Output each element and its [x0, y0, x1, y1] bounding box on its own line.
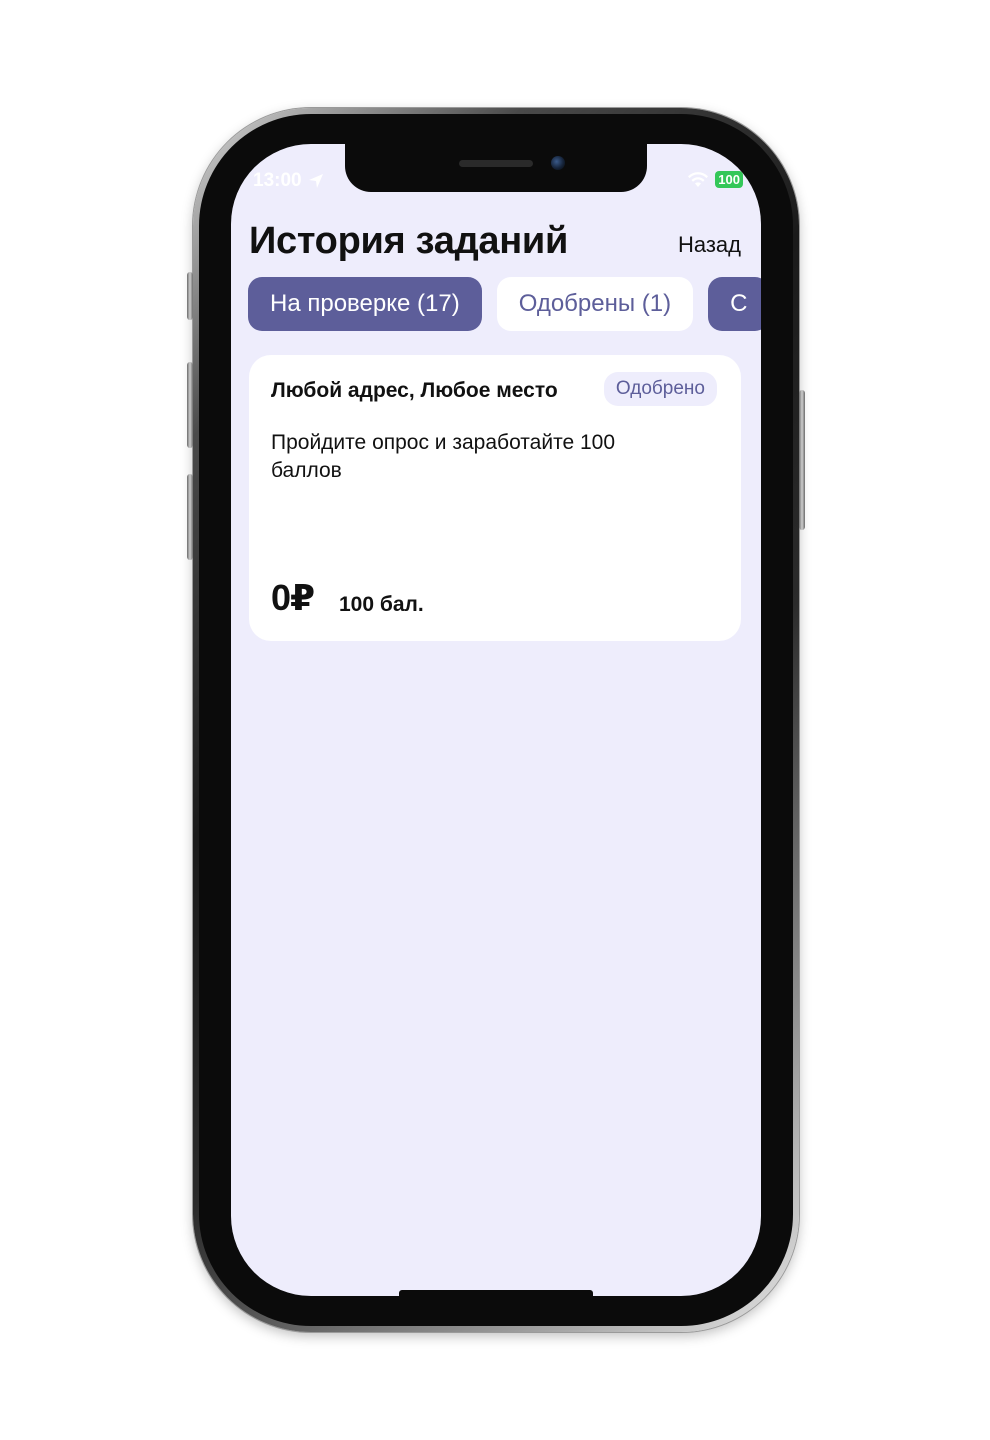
task-card-points: 100 бал.	[339, 593, 424, 616]
location-arrow-icon	[308, 174, 323, 188]
task-card-money: 0₽	[271, 577, 315, 618]
power-button	[799, 390, 805, 530]
task-card[interactable]: Любой адрес, Любое место Одобрено Пройди…	[249, 355, 741, 641]
notch	[345, 144, 647, 192]
front-camera	[551, 156, 565, 170]
phone-frame: 13:00 100 История заданий Назад На прове…	[187, 108, 805, 1332]
mute-switch	[187, 272, 193, 320]
speaker	[459, 160, 533, 167]
battery-icon: 100	[715, 171, 743, 188]
page-title: История заданий	[249, 220, 569, 262]
tab-bar: На проверке (17) Одобрены (1) С	[248, 277, 761, 331]
status-indicators: 100	[687, 171, 743, 188]
status-time: 13:00	[253, 170, 324, 192]
tab-under-review[interactable]: На проверке (17)	[248, 277, 482, 331]
task-card-description: Пройдите опрос и заработайте 100 баллов	[271, 431, 616, 482]
volume-down-button	[187, 474, 193, 560]
stage: 13:00 100 История заданий Назад На прове…	[0, 0, 990, 1440]
status-time-label: 13:00	[253, 170, 302, 191]
phone-screen: 13:00 100 История заданий Назад На прове…	[231, 144, 761, 1296]
volume-up-button	[187, 362, 193, 448]
wifi-icon	[688, 171, 709, 187]
task-card-title: Любой адрес, Любое место	[271, 379, 558, 402]
home-indicator	[399, 1290, 593, 1296]
tab-approved[interactable]: Одобрены (1)	[496, 277, 694, 331]
status-badge: Одобрено	[603, 372, 717, 406]
back-button[interactable]: Назад	[678, 232, 741, 258]
tab-third[interactable]: С	[708, 277, 761, 331]
